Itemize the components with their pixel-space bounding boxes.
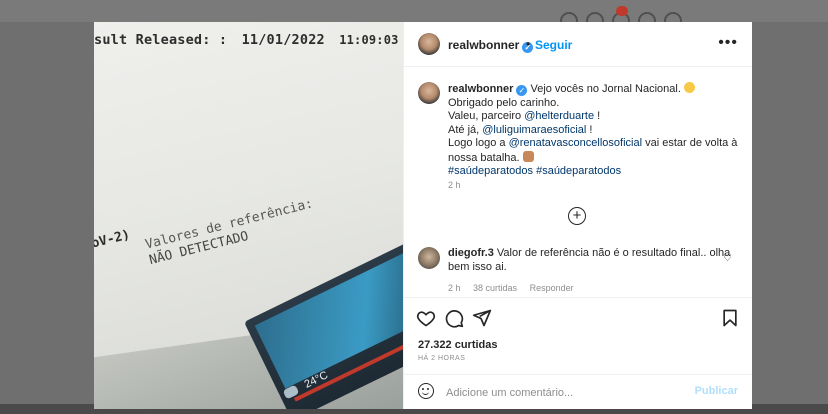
heart-icon[interactable] — [416, 308, 436, 328]
dimmed-page-right — [752, 22, 828, 414]
comment-heart-icon[interactable]: ♡ — [723, 253, 732, 264]
result-released-line: sult Released: : 11/01/2022 11:09:03 — [94, 32, 403, 48]
reply-button[interactable]: Responder — [530, 283, 574, 293]
caption-line-4-suffix: ! — [586, 123, 593, 136]
comment-input[interactable] — [444, 384, 668, 402]
caption-text: realwbonner ✓ Vejo vocês no Jornal Nacion… — [448, 82, 740, 179]
hashtag-2[interactable]: #saúdeparatodos — [536, 165, 621, 177]
author-avatar[interactable] — [418, 33, 440, 55]
publish-button[interactable]: Publicar — [695, 385, 738, 397]
caption-line-3-prefix: Valeu, parceiro — [448, 110, 525, 122]
comment-likes[interactable]: 38 curtidas — [473, 283, 517, 293]
comment-text: diegofr.3 Valor de referência não é o re… — [448, 247, 738, 274]
result-time: 11:09:03 — [339, 33, 399, 47]
load-more-icon[interactable]: + — [568, 207, 586, 225]
post-header: realwbonner ✓ • Seguir ••• — [404, 22, 752, 67]
mention-helterduarte[interactable]: @helterduarte — [524, 110, 594, 122]
caption-line-2: Obrigado pelo carinho. — [448, 96, 560, 109]
likes-count[interactable]: 27.322 curtidas — [418, 339, 498, 351]
comment-time: 2 h — [448, 283, 461, 293]
emoji-icon[interactable] — [418, 383, 434, 399]
result-label: sult Released: : — [94, 32, 228, 48]
header-separator: • — [526, 37, 531, 51]
commenter-username[interactable]: diegofr.3 — [448, 247, 494, 259]
post-modal: sult Released: : 11/01/2022 11:09:03 oV-… — [94, 22, 752, 409]
post-photo[interactable]: sult Released: : 11/01/2022 11:09:03 oV-… — [94, 22, 403, 409]
comment-icon[interactable] — [444, 308, 464, 328]
caption-line-5-prefix: Logo logo a — [448, 137, 509, 149]
author-username-header[interactable]: realwbonner ✓ — [448, 38, 534, 53]
hashtag-1[interactable]: #saúdeparatodos — [448, 165, 533, 177]
commenter-avatar[interactable] — [418, 247, 440, 269]
share-icon[interactable] — [472, 308, 492, 328]
caption-username[interactable]: realwbonner — [448, 83, 513, 95]
posted-ago: HÁ 2 HORAS — [418, 355, 466, 362]
more-options-icon[interactable]: ••• — [718, 34, 738, 52]
comment-meta: 2 h 38 curtidas Responder — [448, 283, 584, 293]
follow-button[interactable]: Seguir — [535, 38, 572, 52]
verified-badge-icon: ✓ — [516, 85, 528, 96]
caption-line-3-suffix: ! — [594, 110, 601, 122]
mention-luliguimaraesoficial[interactable]: @luliguimaraesoficial — [482, 124, 586, 136]
post-details-panel: realwbonner ✓ • Seguir ••• realwbonner ✓ V… — [403, 22, 752, 409]
flexed-arm-emoji-icon — [522, 150, 534, 162]
caption-time: 2 h — [448, 180, 461, 190]
caption-line-4-prefix: Até já, — [448, 123, 483, 136]
caption-line-1: Vejo vocês no Jornal Nacional. — [530, 83, 681, 95]
bookmark-icon[interactable] — [720, 308, 740, 328]
notification-badge — [616, 6, 628, 16]
post-actions: 27.322 curtidas HÁ 2 HORAS Publicar — [404, 297, 752, 408]
mention-renatavasconcellosoficial[interactable]: @renatavasconcellosoficial — [509, 137, 642, 149]
smiling-emoji-icon — [683, 82, 695, 93]
dimmed-page-left — [0, 22, 94, 414]
result-date: 11/01/2022 — [241, 32, 325, 48]
caption-avatar[interactable] — [418, 82, 440, 104]
author-username-text[interactable]: realwbonner — [448, 38, 519, 52]
add-comment-bar: Publicar — [404, 374, 752, 409]
